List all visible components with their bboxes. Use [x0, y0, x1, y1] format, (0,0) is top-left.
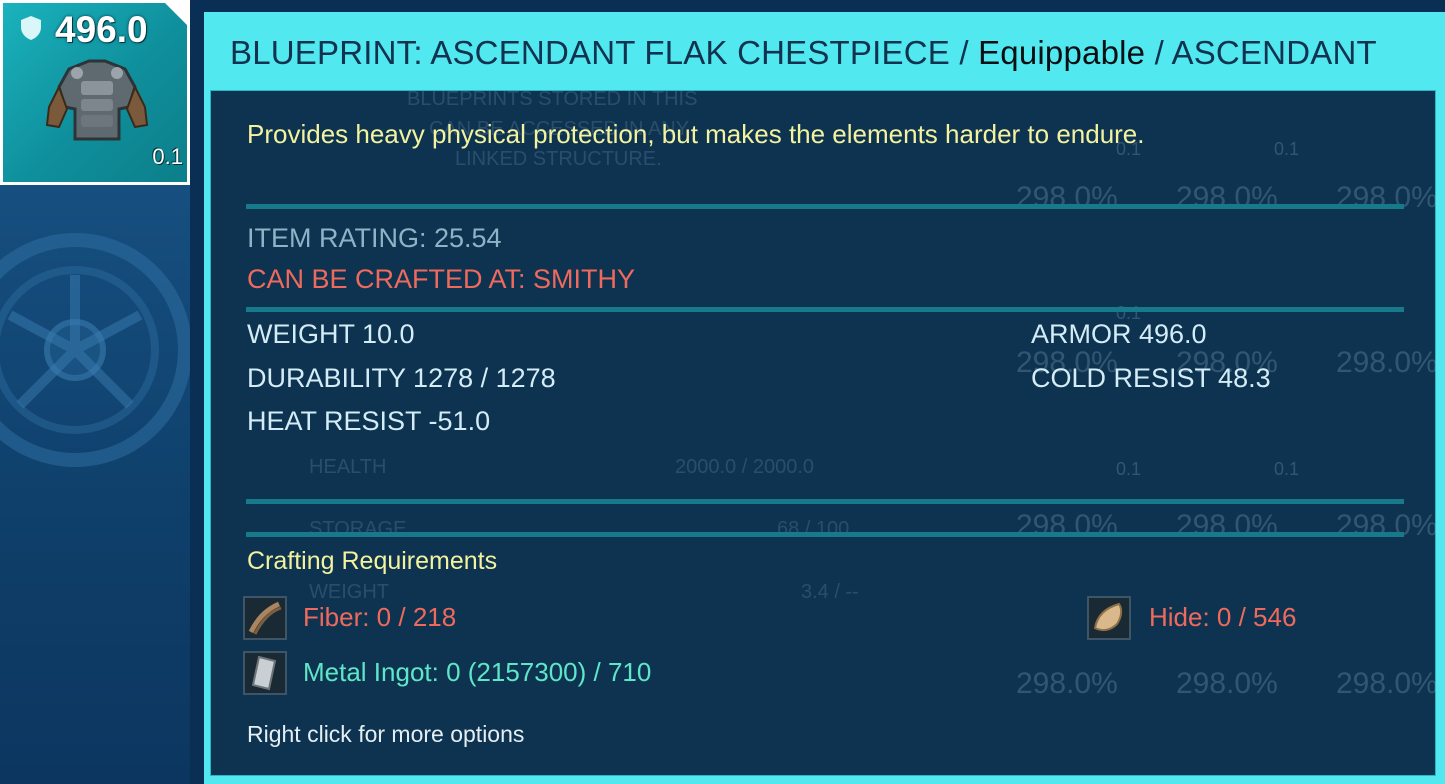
- stat-weight: WEIGHT 10.0: [247, 319, 415, 349]
- stat-armor: ARMOR 496.0: [1031, 319, 1207, 349]
- ghost-text: WEIGHT: [309, 581, 389, 603]
- crafting-requirements-title: Crafting Requirements: [247, 547, 498, 575]
- shield-icon: [21, 16, 41, 40]
- flak-chestpiece-icon: [45, 59, 149, 141]
- metal-ingot-icon: [243, 651, 287, 695]
- stat-durability: DURABILITY 1278 / 1278: [247, 363, 556, 393]
- stat-heat-resist: HEAT RESIST -51.0: [247, 406, 491, 436]
- ghost-text: STORAGE: [309, 518, 407, 540]
- ghost-text: 2000.0 / 2000.0: [675, 456, 815, 478]
- item-weight: 0.1: [152, 144, 183, 169]
- crafting-station: CAN BE CRAFTED AT: SMITHY: [247, 264, 636, 294]
- ghost-percent: 298.0%: [1016, 509, 1118, 542]
- ghost-percent: 298.0%: [1176, 181, 1278, 214]
- requirement-hide: Hide: 0 / 546: [1149, 602, 1297, 632]
- ghost-percent: 298.0%: [1336, 509, 1438, 542]
- requirement-fiber: Fiber: 0 / 218: [303, 602, 457, 632]
- item-rating: ITEM RATING: 25.54: [247, 223, 502, 253]
- ghost-text: BLUEPRINTS STORED IN THIS: [407, 88, 698, 110]
- right-click-hint: Right click for more options: [247, 721, 525, 747]
- ghost-percent: 298.0%: [1176, 667, 1278, 700]
- slot-corner-notch: [165, 3, 187, 25]
- tooltip-body: BLUEPRINTS STORED IN THIS CAN BE ACCESSE…: [210, 88, 1438, 776]
- ghost-weight: 0.1: [1274, 139, 1300, 159]
- ghost-weight: 0.1: [1116, 459, 1142, 479]
- vault-door-icon: [0, 233, 190, 467]
- divider: [246, 499, 1404, 504]
- ghost-text: LINKED STRUCTURE.: [455, 148, 662, 170]
- title-item-quality: ASCENDANT: [1171, 34, 1377, 71]
- tooltip-title: BLUEPRINT: ASCENDANT FLAK CHESTPIECE / E…: [230, 34, 1377, 72]
- item-tooltip: BLUEPRINT: ASCENDANT FLAK CHESTPIECE / E…: [204, 12, 1445, 784]
- ghost-text: 3.4 / --: [801, 581, 859, 603]
- title-item-name: BLUEPRINT: ASCENDANT FLAK CHESTPIECE: [230, 34, 950, 71]
- ghost-percent: 298.0%: [1336, 667, 1438, 700]
- ghost-percent: 298.0%: [1016, 181, 1118, 214]
- ghost-percent: 298.0%: [1336, 346, 1438, 379]
- divider: [246, 307, 1404, 312]
- item-armor-value: 496.0: [55, 9, 148, 50]
- item-description: Provides heavy physical protection, but …: [247, 119, 1145, 149]
- title-item-type: Equippable: [978, 34, 1146, 71]
- title-separator: /: [949, 34, 979, 71]
- divider: [246, 204, 1404, 209]
- fiber-icon: [243, 596, 287, 640]
- title-separator: /: [1145, 34, 1172, 71]
- divider: [246, 532, 1404, 537]
- item-slot-background: 496.0 0.1: [3, 3, 187, 182]
- selected-item-slot[interactable]: 496.0 0.1: [0, 0, 190, 185]
- ghost-text: 68 / 100: [777, 518, 850, 540]
- ghost-percent: 298.0%: [1016, 667, 1118, 700]
- ghost-percent: 298.0%: [1336, 181, 1438, 214]
- hide-icon: [1087, 596, 1131, 640]
- ghost-weight: 0.1: [1274, 459, 1300, 479]
- ghost-text: HEALTH: [309, 456, 387, 478]
- requirement-metal-ingot: Metal Ingot: 0 (2157300) / 710: [303, 657, 652, 687]
- stat-cold-resist: COLD RESIST 48.3: [1031, 363, 1271, 393]
- ghost-percent: 298.0%: [1176, 509, 1278, 542]
